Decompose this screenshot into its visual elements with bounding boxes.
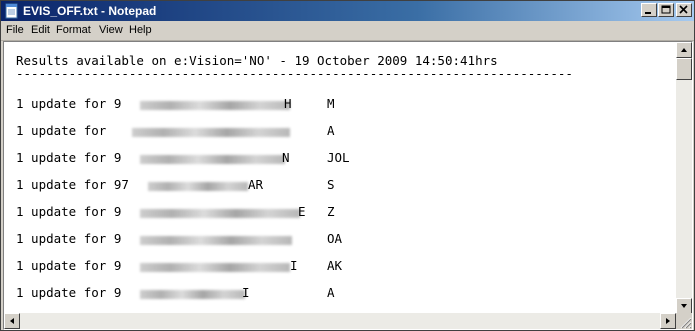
redacted-text <box>140 155 285 164</box>
scroll-down-button[interactable] <box>676 298 692 314</box>
window-title: EVIS_OFF.txt - Notepad <box>23 4 157 18</box>
menu-file[interactable]: File <box>6 24 24 36</box>
redacted-text <box>140 209 300 218</box>
row-suffix: N <box>282 150 290 165</box>
row-code: A <box>327 285 335 300</box>
row-suffix: E <box>298 204 306 219</box>
row-prefix: 1 update for 9 <box>16 204 122 219</box>
row-prefix: 1 update for 9 <box>16 285 122 300</box>
menu-edit[interactable]: Edit <box>31 24 50 36</box>
arrow-right-icon <box>666 318 670 324</box>
vertical-scroll-thumb[interactable] <box>676 58 692 80</box>
redacted-text <box>140 290 245 299</box>
horizontal-scrollbar[interactable] <box>4 313 676 329</box>
row-code: M <box>327 96 335 111</box>
menu-view[interactable]: View <box>99 24 123 36</box>
redacted-text <box>148 182 248 191</box>
arrow-down-icon <box>681 304 687 308</box>
row-suffix: H <box>284 96 292 111</box>
redacted-text <box>132 128 290 137</box>
row-prefix: 1 update for 9 <box>16 150 122 165</box>
text-area[interactable]: Results available on e:Vision='NO' - 19 … <box>16 53 671 315</box>
redacted-text <box>140 263 290 272</box>
row-code: JOL <box>327 150 350 165</box>
row-code: AK <box>327 258 343 273</box>
vertical-scrollbar[interactable] <box>676 42 692 314</box>
menu-bar: File Edit Format View Help <box>1 21 694 41</box>
arrow-left-icon <box>10 318 14 324</box>
separator-line: ----------------------------------------… <box>16 66 573 81</box>
close-button[interactable] <box>676 3 692 17</box>
row-code: S <box>327 177 335 192</box>
row-code: A <box>327 123 335 138</box>
row-prefix: 1 update for 97 <box>16 177 129 192</box>
close-icon <box>679 5 688 14</box>
notepad-window: EVIS_OFF.txt - Notepad File Edit Format … <box>0 0 695 331</box>
minimize-button[interactable] <box>641 3 657 17</box>
arrow-up-icon <box>681 48 687 52</box>
maximize-icon <box>661 5 671 14</box>
notepad-icon <box>5 3 18 19</box>
maximize-button[interactable] <box>658 3 674 17</box>
title-bar[interactable]: EVIS_OFF.txt - Notepad <box>1 1 694 21</box>
scroll-up-button[interactable] <box>676 42 692 58</box>
row-prefix: 1 update for 9 <box>16 231 122 246</box>
text-editor[interactable]: Results available on e:Vision='NO' - 19 … <box>3 41 693 330</box>
resize-grip[interactable] <box>676 313 692 329</box>
row-suffix: I <box>290 258 298 273</box>
row-code: Z <box>327 204 335 219</box>
row-suffix: I <box>242 285 250 300</box>
row-prefix: 1 update for 9 <box>16 96 122 111</box>
minimize-icon <box>645 12 651 14</box>
row-code: OA <box>327 231 343 246</box>
menu-format[interactable]: Format <box>56 24 91 36</box>
menu-help[interactable]: Help <box>129 24 152 36</box>
resize-grip-icon <box>680 317 692 329</box>
scroll-left-button[interactable] <box>4 313 20 329</box>
row-prefix: 1 update for <box>16 123 114 138</box>
row-suffix: AR <box>248 177 264 192</box>
row-prefix: 1 update for 9 <box>16 258 122 273</box>
scroll-right-button[interactable] <box>660 313 676 329</box>
redacted-text <box>140 236 292 245</box>
redacted-text <box>140 101 290 110</box>
